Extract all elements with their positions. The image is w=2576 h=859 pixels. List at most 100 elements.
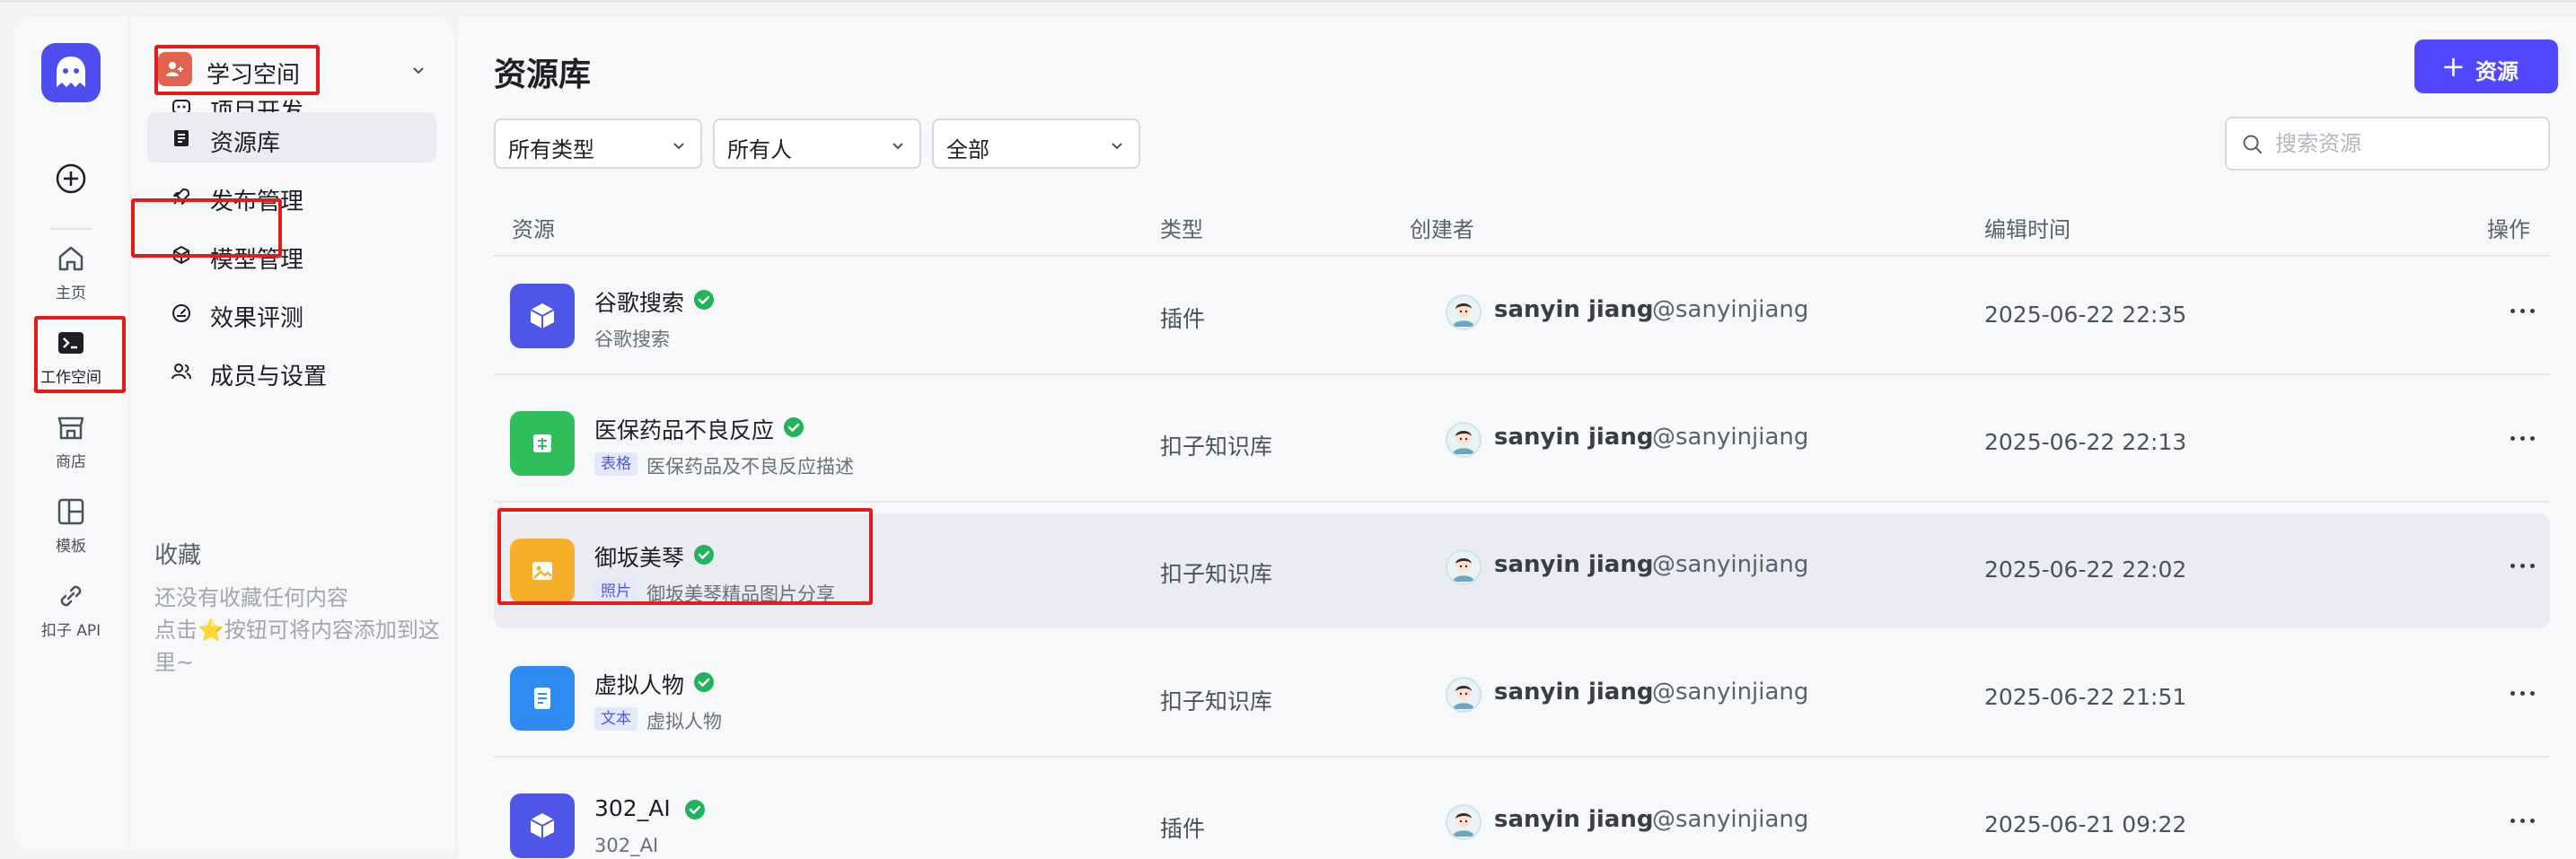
- resource-name[interactable]: 302_AI: [594, 795, 671, 821]
- rail-item-templates[interactable]: 模板: [14, 495, 127, 567]
- rail-item-store[interactable]: 商店: [14, 411, 127, 483]
- favorites-title: 收藏: [154, 542, 202, 569]
- add-resource-label: 资源: [2475, 59, 2519, 84]
- resource-name[interactable]: 御坂美琴: [594, 540, 684, 573]
- creator-handle: @sanyinjiang: [1652, 551, 1809, 578]
- resource-type-icon: [510, 666, 575, 731]
- icon-rail: 主页 工作空间 商店 模板 扣子 API: [14, 16, 127, 851]
- resource-type: 插件: [1160, 306, 1206, 332]
- library-main: 资源库 + 资源 所有类型 所有人 全部 资源 类型 创建者 编辑时间 操作 谷…: [458, 16, 2576, 859]
- creator-name: sanyin jiang: [1494, 296, 1654, 323]
- nav-item-library[interactable]: 资源库: [147, 112, 436, 162]
- nav-item-label: 发布管理: [210, 188, 304, 215]
- rail-item-label: 主页: [56, 285, 86, 302]
- more-actions-icon[interactable]: [2505, 802, 2541, 838]
- rail-divider: [50, 228, 92, 230]
- members-icon: [171, 364, 191, 380]
- table-row[interactable]: 302_AI 302_AI 插件 sanyin jiang @sanyinjiang 20…: [494, 768, 2550, 859]
- table-row[interactable]: 虚拟人物 文本 虚拟人物 扣子知识库 sanyin jiang @sanyinjiang 2…: [494, 641, 2550, 758]
- more-actions-icon[interactable]: [2505, 548, 2541, 583]
- rail-item-home[interactable]: 主页: [14, 242, 127, 314]
- resource-name[interactable]: 谷歌搜索: [594, 285, 684, 318]
- edit-time: 2025-06-22 22:35: [1984, 302, 2187, 328]
- row-divider: [494, 756, 2550, 758]
- status-filter-select[interactable]: 全部: [932, 118, 1140, 169]
- more-actions-icon[interactable]: [2505, 675, 2541, 711]
- table-row[interactable]: 谷歌搜索 谷歌搜索 插件 sanyin jiang @sanyinjiang 2025-0…: [494, 259, 2550, 375]
- template-icon: [57, 498, 84, 525]
- avatar: [1446, 804, 1481, 840]
- resource-description: 医保药品及不良反应描述: [646, 456, 854, 478]
- search-icon: [2243, 135, 2262, 153]
- workspace-sidebar: 学习空间 项目开发 资源库 发布管理 模型管理 效果评测 成员与设置 收藏 还没…: [131, 16, 454, 851]
- resource-type: 扣子知识库: [1160, 688, 1273, 714]
- creator-name: sanyin jiang: [1494, 806, 1654, 833]
- favorites-empty-line1: 还没有收藏任何内容: [154, 585, 348, 610]
- nav-item-label: 模型管理: [210, 247, 304, 274]
- table-row[interactable]: 医保药品不良反应 表格 医保药品及不良反应描述 扣子知识库 sanyin jiang @s…: [494, 386, 2550, 503]
- verified-check-icon: [693, 544, 715, 569]
- team-users-icon: [166, 62, 183, 76]
- rail-item-api[interactable]: 扣子 API: [14, 580, 127, 652]
- star-icon: ⭐: [198, 618, 224, 643]
- rail-item-label: 模板: [56, 538, 86, 556]
- edit-time: 2025-06-22 21:51: [1984, 684, 2187, 710]
- creator-name: sanyin jiang: [1494, 679, 1654, 706]
- create-plus-icon[interactable]: [55, 162, 87, 195]
- nav-item-members[interactable]: 成员与设置: [147, 346, 436, 396]
- column-header-creator: 创建者: [1410, 217, 1474, 242]
- rail-item-workspace[interactable]: 工作空间: [14, 327, 127, 399]
- creator-handle: @sanyinjiang: [1652, 679, 1809, 706]
- add-resource-button[interactable]: + 资源: [2414, 39, 2558, 93]
- plus-icon: +: [2441, 49, 2466, 83]
- resource-tag: 文本: [594, 707, 637, 731]
- owner-filter-select[interactable]: 所有人: [713, 118, 921, 169]
- column-header-resource: 资源: [512, 217, 555, 242]
- nav-item-label: 效果评测: [210, 305, 304, 332]
- model-cube-icon: [173, 246, 189, 264]
- column-header-type: 类型: [1160, 217, 1203, 242]
- home-icon: [58, 246, 84, 271]
- app-logo[interactable]: [41, 43, 101, 102]
- page-title: 资源库: [494, 57, 592, 93]
- resource-type: 插件: [1160, 816, 1206, 842]
- more-actions-icon[interactable]: [2505, 420, 2541, 456]
- more-actions-icon[interactable]: [2505, 293, 2541, 329]
- chevron-down-icon: [1112, 143, 1122, 150]
- search-box: [2225, 117, 2550, 171]
- type-filter-select[interactable]: 所有类型: [494, 118, 702, 169]
- column-header-edit-time: 编辑时间: [1984, 217, 2070, 242]
- verified-check-icon: [684, 799, 706, 824]
- resource-name[interactable]: 虚拟人物: [594, 668, 684, 700]
- row-divider: [494, 501, 2550, 503]
- header-divider: [494, 255, 2550, 257]
- resource-type-icon: [510, 539, 575, 603]
- rail-item-label: 商店: [56, 453, 86, 471]
- nav-item-label: 成员与设置: [210, 364, 328, 390]
- resource-type-icon: [510, 284, 575, 348]
- creator-handle: @sanyinjiang: [1652, 424, 1809, 451]
- resource-description: 虚拟人物: [646, 711, 722, 732]
- column-header-actions: 操作: [2487, 217, 2530, 242]
- resource-description: 谷歌搜索: [594, 329, 670, 350]
- rail-item-label: 扣子 API: [40, 622, 101, 640]
- resource-tag: 照片: [594, 580, 637, 603]
- rocket-icon: [173, 188, 189, 205]
- resource-description: 302_AI: [594, 835, 659, 856]
- nav-item-models[interactable]: 模型管理: [147, 229, 436, 279]
- library-icon: [174, 130, 189, 146]
- table-row[interactable]: 御坂美琴 照片 御坂美琴精品图片分享 扣子知识库 sanyin jiang @sanyin…: [494, 513, 2550, 628]
- ghost-logo-icon: [57, 57, 85, 87]
- gauge-icon: [172, 304, 190, 322]
- nav-item-publish[interactable]: 发布管理: [147, 171, 436, 221]
- creator-handle: @sanyinjiang: [1652, 296, 1809, 323]
- verified-check-icon: [693, 289, 715, 314]
- select-value: 全部: [946, 137, 989, 162]
- nav-item-label: 资源库: [210, 130, 281, 157]
- search-input[interactable]: [2275, 129, 2536, 158]
- resource-type-icon: [510, 793, 575, 858]
- nav-item-evaluation[interactable]: 效果评测: [147, 287, 436, 337]
- resource-name[interactable]: 医保药品不良反应: [594, 413, 774, 445]
- resource-description: 御坂美琴精品图片分享: [646, 583, 835, 605]
- select-value: 所有人: [727, 137, 792, 162]
